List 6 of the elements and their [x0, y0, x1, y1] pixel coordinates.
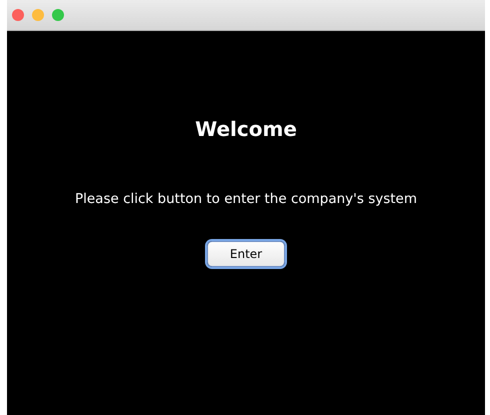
zoom-button[interactable] [52, 9, 64, 21]
welcome-heading: Welcome [195, 117, 297, 141]
enter-button[interactable]: Enter [207, 241, 285, 267]
close-button[interactable] [12, 9, 24, 21]
minimize-button[interactable] [32, 9, 44, 21]
instruction-text: Please click button to enter the company's system [74, 191, 418, 207]
